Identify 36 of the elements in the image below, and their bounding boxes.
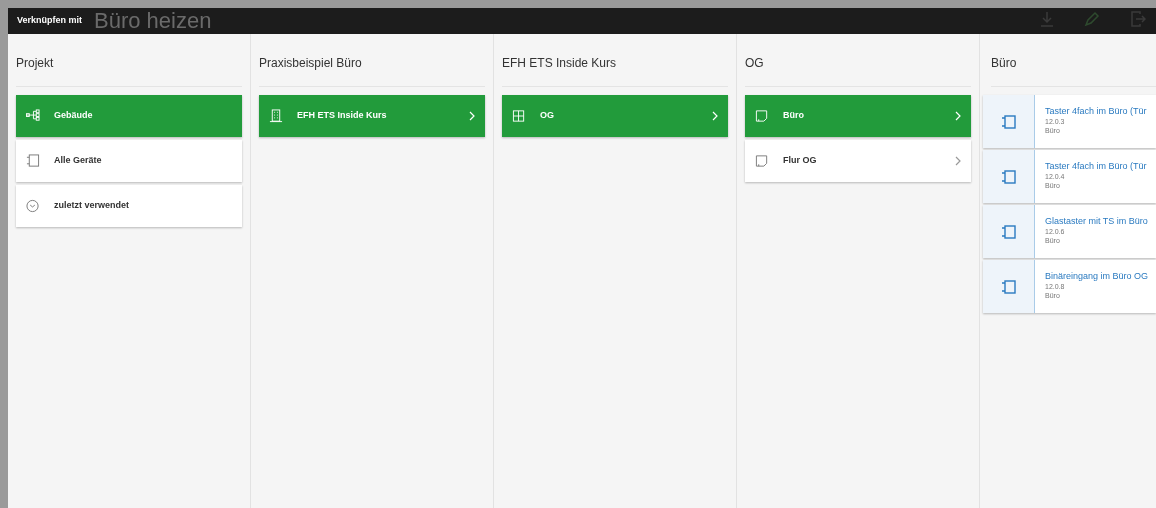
column-title: OG <box>745 54 971 87</box>
device-name: Glastaster mit TS im Büro <box>1045 215 1148 227</box>
device-icon <box>26 154 40 168</box>
device-name: Taster 4fach im Büro (Tür <box>1045 160 1147 172</box>
device-name: Taster 4fach im Büro (Tür <box>1045 105 1147 117</box>
navigation-item[interactable]: Büro <box>745 95 971 137</box>
device-icon <box>1001 224 1016 239</box>
chevron-right-icon <box>712 111 718 121</box>
device-name: Binäreingang im Büro OG <box>1045 270 1149 282</box>
building-icon <box>269 109 283 123</box>
navigation-item[interactable]: OG <box>502 95 728 137</box>
chevron-right-icon <box>469 111 475 121</box>
pencil-icon[interactable] <box>1084 11 1100 27</box>
tree-icon <box>26 109 40 123</box>
navigation-item[interactable]: zuletzt verwendet <box>16 185 242 227</box>
device-icon <box>1001 114 1016 129</box>
clock-icon <box>26 199 40 213</box>
floor-plan-icon <box>512 109 526 123</box>
room-icon <box>755 109 769 123</box>
column-title: EFH ETS Inside Kurs <box>502 54 728 87</box>
exit-icon[interactable] <box>1130 11 1146 27</box>
download-icon[interactable] <box>1040 11 1054 27</box>
navigation-item[interactable]: Flur OG <box>745 140 971 182</box>
device-icon <box>1001 169 1016 184</box>
column-title: Projekt <box>16 54 242 87</box>
device-icon <box>1001 279 1016 294</box>
navigation-item[interactable]: EFH ETS Inside Kurs <box>259 95 485 137</box>
navigation-item[interactable]: Gebäude <box>16 95 242 137</box>
chevron-right-icon <box>955 111 961 121</box>
page-title: Büro heizen <box>94 8 212 34</box>
room-icon <box>755 154 769 168</box>
column-title: Büro <box>991 54 1156 87</box>
column-title: Praxisbeispiel Büro <box>259 54 485 87</box>
navigation-item[interactable]: Alle Geräte <box>16 140 242 182</box>
dialog-title: Verknüpfen mit <box>17 14 82 28</box>
chevron-right-icon <box>955 156 961 166</box>
